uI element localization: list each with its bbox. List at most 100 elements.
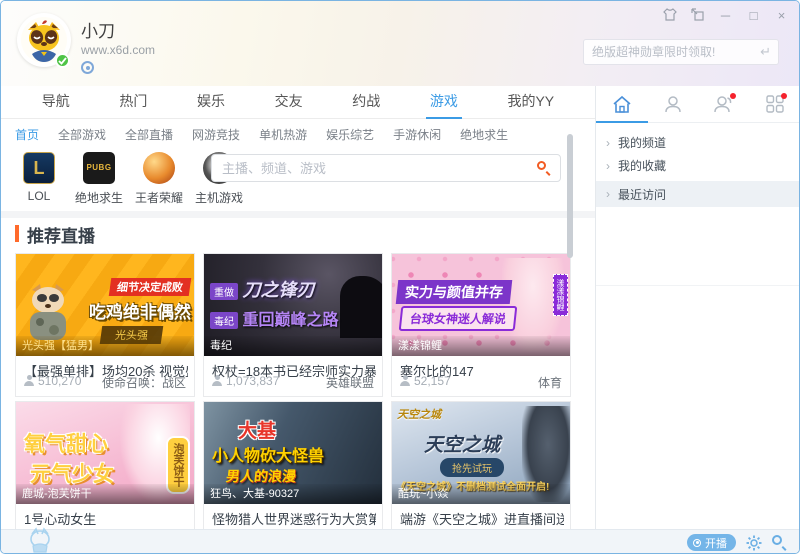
stream-card-4[interactable]: 氧气甜心 元气少女 泡芙饼干 鹿城-泡芙饼干 1号心动女生 bbox=[15, 401, 195, 545]
tab-remen[interactable]: 热门 bbox=[119, 86, 147, 119]
section-title: 推荐直播 bbox=[27, 227, 95, 246]
main-nav: 导航 热门 娱乐 交友 约战 游戏 我的YY bbox=[1, 86, 595, 119]
sidebar-item-my-channels[interactable]: › 我的频道 bbox=[596, 131, 799, 154]
sidebar-tab-friends[interactable] bbox=[647, 86, 698, 122]
viewer-count: 1,073,837 bbox=[226, 374, 280, 388]
character-silhouette bbox=[340, 276, 382, 338]
stream-card-1[interactable]: 细节决定成败 吃鸡绝非偶然 光头强 光头强【猛男】 【最强单排】场均20杀 视觉… bbox=[15, 253, 195, 397]
stream-category[interactable]: 体育 bbox=[538, 374, 562, 391]
thumb-tag: 毒纪 bbox=[210, 312, 238, 330]
settings-gear-icon[interactable] bbox=[746, 535, 762, 551]
quick-game-pubg[interactable]: PUBG 绝地求生 bbox=[75, 152, 123, 206]
subnav-all-games[interactable]: 全部游戏 bbox=[58, 126, 106, 143]
stream-thumbnail: 氧气甜心 元气少女 泡芙饼干 鹿城-泡芙饼干 bbox=[16, 402, 194, 504]
sidebar-divider bbox=[596, 285, 799, 286]
sidebar-item-my-favorites[interactable]: › 我的收藏 bbox=[596, 154, 799, 177]
sidebar-tabs bbox=[596, 86, 799, 123]
stream-thumbnail: 重做 刀之锋刃 毒纪 重回巅峰之路 毒纪 bbox=[204, 254, 382, 356]
tab-daohang[interactable]: 导航 bbox=[42, 86, 70, 119]
thumb-pill: 抢先试玩 bbox=[440, 458, 504, 477]
stream-category[interactable]: 英雄联盟 bbox=[326, 374, 374, 391]
scrollbar-thumb[interactable] bbox=[567, 134, 573, 258]
viewer-icon bbox=[212, 375, 222, 386]
subnav-pc-games[interactable]: 单机热游 bbox=[259, 126, 307, 143]
online-status-badge bbox=[55, 53, 70, 68]
tab-yuezhan[interactable]: 约战 bbox=[352, 86, 380, 119]
stream-category[interactable]: 使命召唤：战区 bbox=[102, 374, 186, 391]
footer-search-icon[interactable] bbox=[772, 535, 787, 551]
viewer-count: 510,270 bbox=[38, 374, 82, 388]
stream-thumbnail: 天空之城 天空之城 抢先试玩 《天空之城》不删档测试全面开启! 酷玩~小焱 bbox=[392, 402, 570, 504]
status-target-icon[interactable] bbox=[81, 61, 94, 74]
sidebar-tab-apps[interactable] bbox=[750, 86, 799, 122]
go-live-label: 开播 bbox=[705, 537, 727, 550]
subnav-pubg[interactable]: 绝地求生 bbox=[460, 126, 508, 143]
footer-actions: 开播 bbox=[687, 534, 787, 551]
stream-card-2[interactable]: 重做 刀之锋刃 毒纪 重回巅峰之路 毒纪 权杖=18本书已经宗师实力暴涨... … bbox=[203, 253, 383, 397]
mascot-footer-icon[interactable] bbox=[27, 526, 53, 554]
streamer-name: 狂鸟、大基-90327 bbox=[204, 484, 382, 504]
search-icon[interactable] bbox=[537, 161, 552, 176]
user-url: www.x6d.com bbox=[81, 43, 156, 57]
window-controls: ─ □ × bbox=[662, 8, 789, 23]
sidebar-item-recent-visits[interactable]: › 最近访问 bbox=[596, 181, 799, 207]
notification-dot bbox=[781, 93, 787, 99]
user-nickname: 小刀 bbox=[81, 22, 115, 41]
streamer-name: 鹿城-泡芙饼干 bbox=[16, 484, 194, 504]
pubg-icon: PUBG bbox=[83, 152, 115, 184]
close-button[interactable]: × bbox=[774, 8, 789, 23]
quick-game-lol[interactable]: L LOL bbox=[15, 152, 63, 206]
subnav-home[interactable]: 首页 bbox=[15, 126, 39, 143]
sidebar-tab-contacts[interactable] bbox=[699, 86, 750, 122]
thumb-game-logo: 天空之城 bbox=[397, 409, 441, 421]
sidebar-tab-home[interactable] bbox=[596, 86, 647, 122]
quick-game-wzry[interactable]: 王者荣耀 bbox=[135, 152, 183, 206]
minimize-button[interactable]: ─ bbox=[718, 8, 733, 23]
subnav-all-live[interactable]: 全部直播 bbox=[125, 126, 173, 143]
tab-jiaoyou[interactable]: 交友 bbox=[275, 86, 303, 119]
mini-mode-icon[interactable] bbox=[690, 8, 705, 23]
content-search-input[interactable] bbox=[222, 155, 522, 181]
header: 小刀 www.x6d.com ↵ ─ □ × bbox=[1, 1, 799, 86]
stream-thumbnail: 大基 小人物砍大怪兽 男人的浪漫 狂鸟、大基-90327 bbox=[204, 402, 382, 504]
sidebar-item-label: 我的频道 bbox=[618, 136, 667, 150]
app-window: 小刀 www.x6d.com ↵ ─ □ × 导航 热门 娱乐 交友 约战 游戏… bbox=[0, 0, 800, 554]
tab-yule[interactable]: 娱乐 bbox=[197, 86, 225, 119]
home-icon bbox=[613, 95, 631, 113]
wzry-icon bbox=[143, 152, 175, 184]
go-live-button[interactable]: 开播 bbox=[687, 534, 736, 551]
streamer-name: 光头强【猛男】 bbox=[16, 336, 194, 356]
stream-card-5[interactable]: 大基 小人物砍大怪兽 男人的浪漫 狂鸟、大基-90327 怪物猎人世界迷惑行为大… bbox=[203, 401, 383, 545]
quick-game-label: 主机游戏 bbox=[195, 191, 244, 205]
notification-dot bbox=[729, 93, 736, 99]
subnav-mobile-games[interactable]: 手游休闲 bbox=[393, 126, 441, 143]
thumb-main-text: 吃鸡绝非偶然 bbox=[89, 303, 191, 322]
thumb-main-text: 氧气甜心 bbox=[24, 433, 108, 456]
maximize-button[interactable]: □ bbox=[746, 8, 761, 23]
thumb-sub-text: 台球女神迷人解说 bbox=[398, 306, 518, 331]
tab-my-yy[interactable]: 我的YY bbox=[507, 86, 554, 119]
tab-youxi-active[interactable]: 游戏 bbox=[425, 86, 462, 119]
stream-meta: 1,073,837 英雄联盟 bbox=[212, 374, 374, 391]
quick-game-label: 绝地求生 bbox=[75, 191, 124, 205]
viewer-icon bbox=[400, 375, 410, 386]
thumb-main-text: 天空之城 bbox=[424, 435, 501, 456]
viewer-icon bbox=[24, 375, 34, 386]
subnav-variety[interactable]: 娱乐综艺 bbox=[326, 126, 374, 143]
stream-title[interactable]: 怪物猎人世界迷惑行为大赏第2... bbox=[212, 509, 376, 528]
sub-nav: 首页 全部游戏 全部直播 网游竞技 单机热游 娱乐综艺 手游休闲 绝地求生 bbox=[1, 119, 595, 149]
streamer-name: 漾漾锦鲤 bbox=[392, 336, 570, 356]
thumb-tagline: 男人的浪漫 bbox=[225, 468, 297, 484]
stream-card-6[interactable]: 天空之城 天空之城 抢先试玩 《天空之城》不删档测试全面开启! 酷玩~小焱 端游… bbox=[391, 401, 571, 545]
header-search-input[interactable] bbox=[592, 40, 752, 64]
enter-icon[interactable]: ↵ bbox=[760, 44, 771, 60]
thumb-main-text: 大基 bbox=[238, 421, 277, 442]
sidebar-item-label: 最近访问 bbox=[618, 187, 667, 202]
stream-title[interactable]: 端游《天空之城》进直播间送能... bbox=[400, 509, 564, 528]
thumb-tag: 重做 bbox=[210, 283, 238, 301]
quick-game-bar: L LOL PUBG 绝地求生 王者荣耀 主机游戏 bbox=[15, 152, 243, 206]
skin-icon[interactable] bbox=[662, 8, 677, 23]
record-icon bbox=[693, 538, 701, 547]
stream-card-3[interactable]: 实力与颜值并存 台球女神迷人解说 漾漾锦鲤 漾漾锦鲤 塞尔比的147 52,15… bbox=[391, 253, 571, 397]
subnav-online-games[interactable]: 网游竞技 bbox=[192, 126, 240, 143]
